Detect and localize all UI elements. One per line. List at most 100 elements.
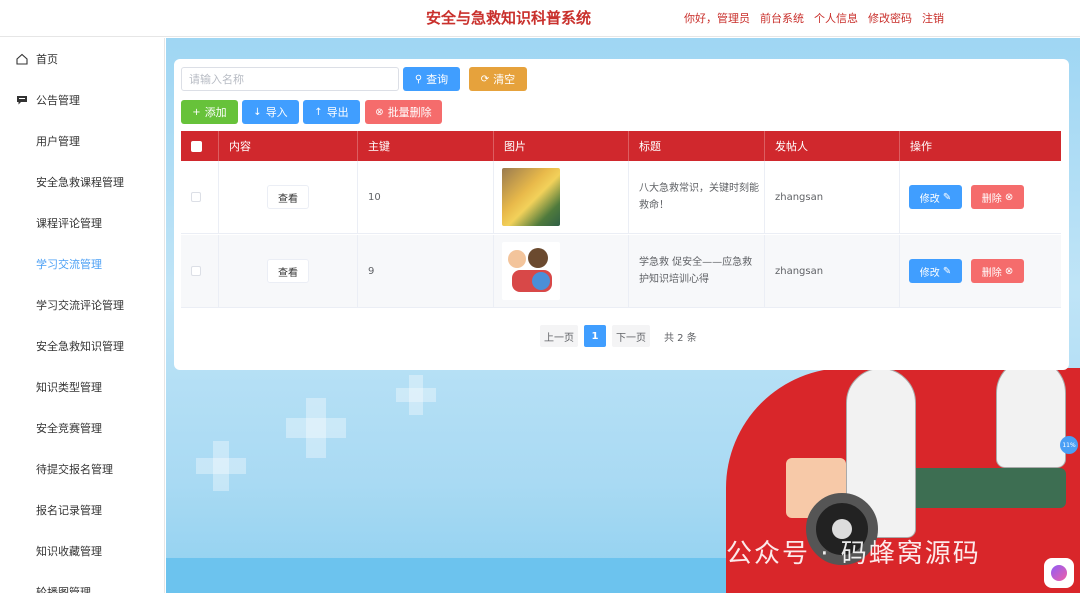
edit-button[interactable]: 修改 ✎ (909, 185, 962, 209)
grid-icon (16, 586, 28, 593)
greeting-text: 你好，管理员 (684, 12, 750, 25)
sidebar-item-study-exchange[interactable]: 学习交流管理 (0, 243, 164, 284)
delete-label: 删除 (981, 267, 1002, 279)
sidebar-item-label: 知识收藏管理 (36, 544, 102, 558)
sidebar-item-label: 公告管理 (36, 93, 80, 107)
grid-icon (16, 504, 28, 516)
sidebar-item-users[interactable]: 用户管理 (0, 120, 164, 161)
clear-button[interactable]: ⟳ 清空 (469, 67, 527, 91)
grid-icon (16, 463, 28, 475)
side-badge[interactable]: 11% (1060, 436, 1078, 454)
total-count: 共 2 条 (664, 332, 697, 344)
sidebar-item-label: 轮播图管理 (36, 585, 91, 593)
table-row: 查看 9 学急救 促安全——应急救护知识培训心得 zhangsan 修改 ✎ 删… (181, 235, 1061, 308)
watermark-text: 公众号 · 码蜂窝源码 (726, 539, 981, 569)
grid-icon (16, 340, 28, 352)
query-button[interactable]: ⚲ 查询 (403, 67, 460, 91)
sidebar-item-label: 用户管理 (36, 134, 80, 148)
circle-close-icon: ⊗ (1004, 191, 1014, 203)
row-select-cell (181, 161, 219, 233)
add-button[interactable]: + 添加 (181, 100, 238, 124)
post-title: 八大急救常识，关键时刻能救命！ (639, 183, 759, 211)
view-content-button[interactable]: 查看 (267, 185, 309, 209)
prev-page-button[interactable]: 上一页 (540, 325, 578, 347)
row-select-cell (181, 235, 219, 307)
app-title: 安全与急救知识科普系统 (426, 9, 592, 27)
sidebar-item-label: 安全急救课程管理 (36, 175, 124, 189)
search-icon: ⚲ (414, 73, 423, 85)
medical-cross-decor (213, 441, 229, 491)
delete-button[interactable]: 删除 ⊗ (971, 259, 1024, 283)
grid-icon (16, 217, 28, 229)
view-content-button[interactable]: 查看 (267, 259, 309, 283)
select-all-checkbox[interactable] (191, 140, 202, 152)
post-thumbnail[interactable] (502, 242, 560, 300)
sidebar-item-carousel[interactable]: 轮播图管理 (0, 571, 164, 593)
sidebar-item-knowledge[interactable]: 安全急救知识管理 (0, 325, 164, 366)
medic-figure (996, 358, 1066, 468)
table-row: 查看 10 八大急救常识，关键时刻能救命！ zhangsan 修改 ✎ 删除 ⊗ (181, 161, 1061, 234)
change-password-link[interactable]: 修改密码 (868, 10, 912, 26)
search-input[interactable] (181, 67, 399, 91)
grid-icon (16, 422, 28, 434)
home-icon (16, 53, 28, 65)
bulk-delete-label: 批量删除 (387, 106, 432, 119)
bulk-delete-button[interactable]: ⊗ 批量删除 (365, 100, 442, 124)
sidebar-item-label: 待提交报名管理 (36, 462, 113, 476)
sidebar-item-knowledge-types[interactable]: 知识类型管理 (0, 366, 164, 407)
grid-icon (16, 135, 28, 147)
sidebar-item-label: 学习交流评论管理 (36, 298, 124, 312)
grid-icon (16, 545, 28, 557)
grid-icon (16, 381, 28, 393)
sidebar-item-label: 安全竞赛管理 (36, 421, 102, 435)
sidebar-item-signup-records[interactable]: 报名记录管理 (0, 489, 164, 530)
pagination: 上一页 1 下一页 共 2 条 (540, 325, 697, 347)
sidebar-item-favorites[interactable]: 知识收藏管理 (0, 530, 164, 571)
image-cell (494, 161, 629, 233)
export-button[interactable]: ↑ 导出 (303, 100, 360, 124)
post-title: 学急救 促安全——应急救护知识培训心得 (639, 257, 753, 285)
row-checkbox[interactable] (191, 266, 201, 276)
import-label: 导入 (265, 106, 288, 119)
query-label: 查询 (426, 73, 449, 86)
edit-icon: ✎ (942, 265, 952, 277)
import-button[interactable]: ↓ 导入 (242, 100, 299, 124)
next-page-button[interactable]: 下一页 (612, 325, 650, 347)
sidebar-item-courses[interactable]: 安全急救课程管理 (0, 161, 164, 202)
sidebar-item-home[interactable]: 首页 (0, 38, 164, 79)
sidebar-item-competitions[interactable]: 安全竞赛管理 (0, 407, 164, 448)
sidebar: 首页 公告管理 用户管理 安全急救课程管理 课程评论管理 学习交流管理 学习交流… (0, 38, 165, 593)
sidebar-item-label: 报名记录管理 (36, 503, 102, 517)
delete-button[interactable]: 删除 ⊗ (971, 185, 1024, 209)
content-cell: 查看 (219, 161, 358, 233)
frontend-link[interactable]: 前台系统 (760, 10, 804, 26)
column-header[interactable]: 发帖人 (765, 131, 900, 161)
sidebar-item-pending-signups[interactable]: 待提交报名管理 (0, 448, 164, 489)
page-number-current[interactable]: 1 (584, 325, 606, 347)
poster-cell: zhangsan (765, 161, 900, 233)
content-cell: 查看 (219, 235, 358, 307)
post-thumbnail[interactable] (502, 168, 560, 226)
column-header[interactable]: 主键 (358, 131, 494, 161)
title-cell: 学急救 促安全——应急救护知识培训心得 (629, 235, 765, 307)
medical-cross-decor (409, 375, 423, 415)
sidebar-item-label: 课程评论管理 (36, 216, 102, 230)
assistant-icon (1051, 565, 1067, 581)
arrow-up-icon: ↑ (314, 106, 323, 118)
sidebar-item-announcements[interactable]: 公告管理 (0, 79, 164, 120)
message-icon (16, 94, 28, 106)
column-header: 内容 (219, 131, 358, 161)
grid-icon (16, 299, 28, 311)
grid-icon (16, 176, 28, 188)
row-checkbox[interactable] (191, 192, 201, 202)
top-nav: 你好，管理员 前台系统 个人信息 修改密码 注销 (684, 10, 944, 26)
sidebar-item-label: 知识类型管理 (36, 380, 102, 394)
assistant-button[interactable] (1044, 558, 1074, 588)
logout-link[interactable]: 注销 (922, 10, 944, 26)
edit-button[interactable]: 修改 ✎ (909, 259, 962, 283)
sidebar-item-course-comments[interactable]: 课程评论管理 (0, 202, 164, 243)
column-header[interactable]: 标题 (629, 131, 765, 161)
sidebar-item-label: 学习交流管理 (36, 257, 102, 271)
profile-link[interactable]: 个人信息 (814, 10, 858, 26)
sidebar-item-exchange-comments[interactable]: 学习交流评论管理 (0, 284, 164, 325)
